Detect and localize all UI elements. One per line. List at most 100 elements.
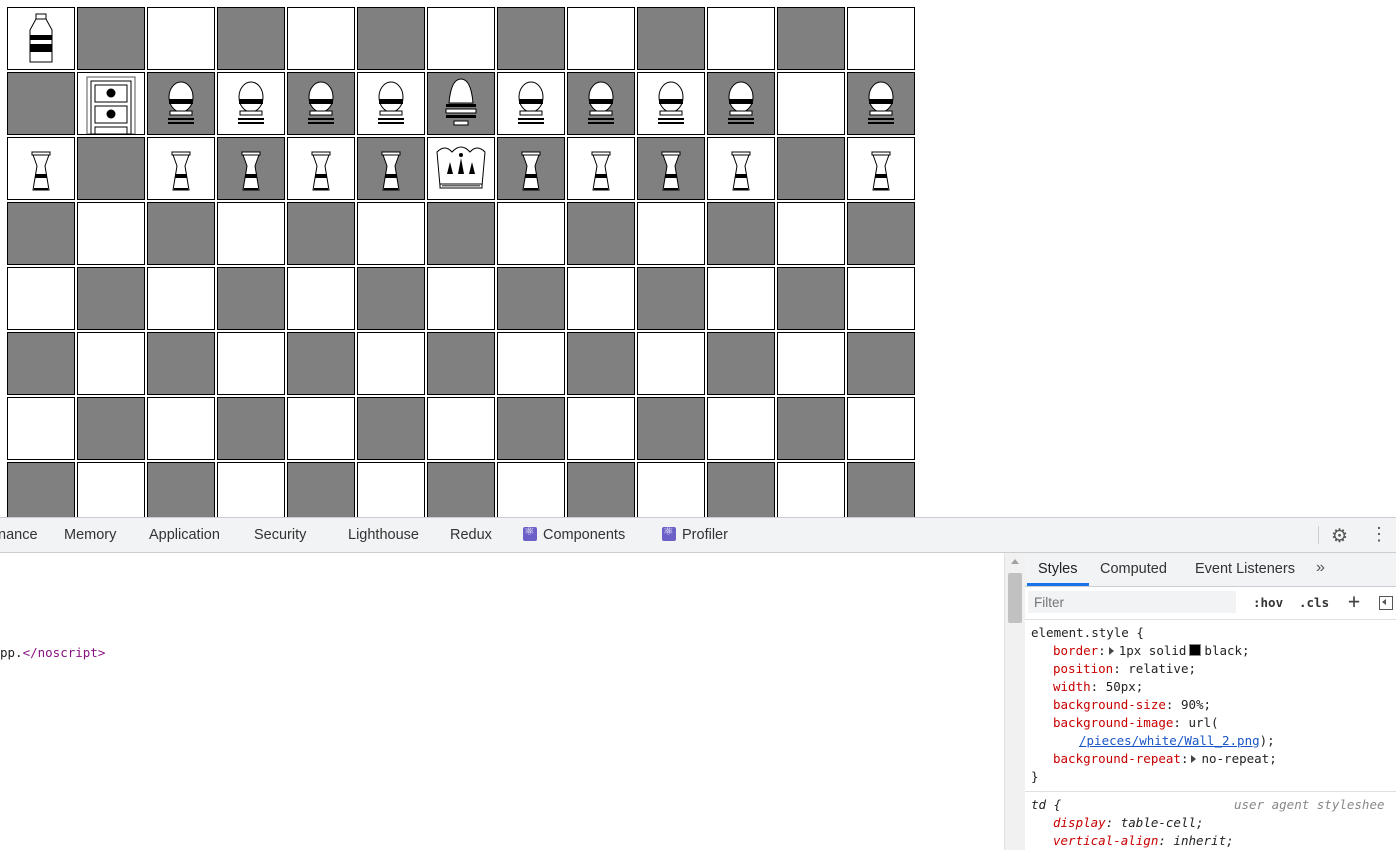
board-square-egg[interactable]: [847, 72, 915, 135]
style-declaration-border[interactable]: border: 1px solid black;: [1053, 643, 1250, 658]
property-name[interactable]: background-repeat: [1053, 751, 1181, 766]
tab-security[interactable]: Security: [254, 527, 306, 543]
board-square-vase[interactable]: [357, 137, 425, 200]
tab-memory[interactable]: Memory: [64, 527, 116, 543]
property-value[interactable]: url(: [1188, 715, 1218, 730]
board-square[interactable]: [427, 7, 495, 70]
tab-styles[interactable]: Styles: [1038, 561, 1078, 577]
board-square[interactable]: [357, 202, 425, 265]
board-square[interactable]: [147, 462, 215, 517]
board-square[interactable]: [357, 332, 425, 395]
board-square[interactable]: [287, 267, 355, 330]
board-square[interactable]: [147, 7, 215, 70]
board-square-vase[interactable]: [7, 137, 75, 200]
board-square[interactable]: [707, 267, 775, 330]
board-square[interactable]: [777, 7, 845, 70]
style-declaration-background-repeat[interactable]: background-repeat: no-repeat;: [1053, 751, 1277, 766]
board-square[interactable]: [7, 332, 75, 395]
board-square[interactable]: [357, 7, 425, 70]
property-value[interactable]: 50px;: [1106, 679, 1144, 694]
gear-icon[interactable]: ⚙: [1331, 525, 1348, 548]
scroll-up-arrow-icon[interactable]: [1011, 559, 1019, 564]
vase-piece-icon[interactable]: [8, 138, 74, 199]
board-square[interactable]: [497, 397, 565, 460]
board-square[interactable]: [637, 397, 705, 460]
crown-piece-icon[interactable]: [428, 138, 494, 199]
more-tabs-icon[interactable]: »: [1316, 559, 1325, 577]
board-square[interactable]: [427, 332, 495, 395]
board-square[interactable]: [777, 72, 845, 135]
board-square[interactable]: [217, 397, 285, 460]
board-square[interactable]: [847, 7, 915, 70]
tab-performance[interactable]: nance: [0, 527, 38, 543]
board-square[interactable]: [567, 7, 635, 70]
style-declaration-width[interactable]: width: 50px;: [1053, 679, 1143, 694]
board-square[interactable]: [567, 267, 635, 330]
board-square[interactable]: [217, 332, 285, 395]
board-square[interactable]: [287, 462, 355, 517]
property-name[interactable]: background-image: [1053, 715, 1173, 730]
egg-piece-icon[interactable]: [848, 73, 914, 134]
board-square[interactable]: [497, 462, 565, 517]
board-square-vase[interactable]: [847, 137, 915, 200]
board-square[interactable]: [847, 267, 915, 330]
board-square[interactable]: [77, 462, 145, 517]
tab-application[interactable]: Application: [149, 527, 220, 543]
board-square[interactable]: [637, 7, 705, 70]
board-square[interactable]: [567, 202, 635, 265]
tab-redux[interactable]: Redux: [450, 527, 492, 543]
resource-link[interactable]: /pieces/white/Wall_2.png: [1079, 733, 1260, 748]
board-square[interactable]: [777, 332, 845, 395]
color-swatch[interactable]: [1189, 644, 1202, 656]
property-value[interactable]: 90%;: [1181, 697, 1211, 712]
egg-piece-icon[interactable]: [498, 73, 564, 134]
board-square[interactable]: [287, 7, 355, 70]
board-square[interactable]: [217, 462, 285, 517]
board-square[interactable]: [707, 462, 775, 517]
bottle-piece-icon[interactable]: [8, 8, 74, 69]
expand-triangle-icon[interactable]: [1191, 755, 1197, 763]
board-square[interactable]: [287, 202, 355, 265]
tab-profiler[interactable]: Profiler: [662, 524, 728, 543]
egg-piece-icon[interactable]: [288, 73, 354, 134]
board-square-bottle[interactable]: [7, 7, 75, 70]
tall-egg-piece-icon[interactable]: [428, 73, 494, 134]
board-square-egg[interactable]: [287, 72, 355, 135]
property-name[interactable]: background-size: [1053, 697, 1166, 712]
board-square[interactable]: [147, 397, 215, 460]
board-square[interactable]: [7, 397, 75, 460]
board-square-vase[interactable]: [147, 137, 215, 200]
filter-input[interactable]: [1028, 591, 1236, 613]
vase-piece-icon[interactable]: [568, 138, 634, 199]
board-square[interactable]: [497, 202, 565, 265]
board-square[interactable]: [147, 267, 215, 330]
board-square[interactable]: [567, 332, 635, 395]
board-square[interactable]: [777, 462, 845, 517]
board-square-egg[interactable]: [567, 72, 635, 135]
board-square[interactable]: [77, 137, 145, 200]
board-square[interactable]: [777, 397, 845, 460]
property-value[interactable]: 1px solid: [1119, 643, 1187, 658]
board-square[interactable]: [7, 462, 75, 517]
board-square[interactable]: [7, 202, 75, 265]
board-square[interactable]: [707, 397, 775, 460]
board-square-egg[interactable]: [217, 72, 285, 135]
egg-piece-icon[interactable]: [708, 73, 774, 134]
board-square[interactable]: [637, 202, 705, 265]
board-square-crown[interactable]: [427, 137, 495, 200]
egg-piece-icon[interactable]: [568, 73, 634, 134]
vase-piece-icon[interactable]: [288, 138, 354, 199]
vase-piece-icon[interactable]: [498, 138, 564, 199]
board-square[interactable]: [847, 462, 915, 517]
board-square[interactable]: [217, 202, 285, 265]
board-square-vase[interactable]: [567, 137, 635, 200]
tab-event-listeners[interactable]: Event Listeners: [1195, 561, 1295, 577]
rule-selector[interactable]: element.style {: [1031, 625, 1144, 640]
board-square-vase[interactable]: [497, 137, 565, 200]
board-square-egg[interactable]: [357, 72, 425, 135]
board-square[interactable]: [637, 462, 705, 517]
board-square-egg[interactable]: [147, 72, 215, 135]
egg-piece-icon[interactable]: [638, 73, 704, 134]
tab-components[interactable]: Components: [523, 524, 625, 543]
board-square[interactable]: [497, 7, 565, 70]
